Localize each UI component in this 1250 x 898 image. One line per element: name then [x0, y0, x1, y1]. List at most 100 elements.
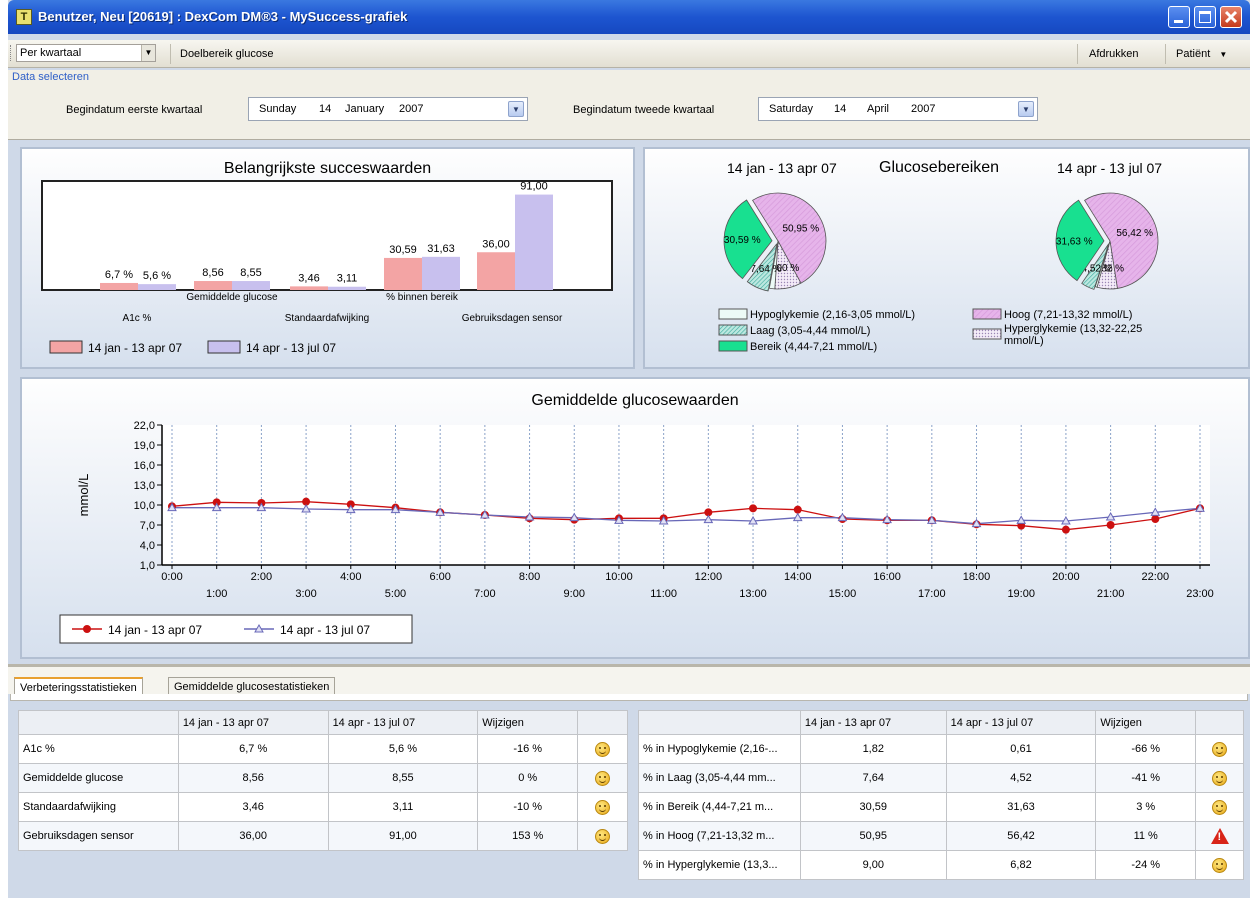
table-row[interactable]: Standaardafwijking 3,46 3,11 -10 % — [18, 792, 628, 822]
period-select[interactable]: Per kwartaal ▼ — [16, 44, 156, 62]
table-row[interactable]: % in Hoog (7,21-13,32 m... 50,95 56,42 11 % — [638, 821, 1244, 851]
legend-label-period1: 14 jan - 13 apr 07 — [88, 341, 182, 355]
legend-label-period2: 14 apr - 13 jul 07 — [280, 623, 370, 637]
table-cell-label: % in Hoog (7,21-13,32 m... — [638, 821, 801, 851]
chevron-down-icon[interactable]: ▼ — [141, 45, 155, 61]
legend-swatch-laag — [718, 324, 748, 336]
table-header-cell[interactable]: Wijzigen — [477, 710, 579, 735]
x-tick-label: 12:00 — [695, 571, 723, 583]
table-cell-p2: 56,42 — [945, 821, 1097, 851]
q2-month[interactable]: April — [867, 103, 889, 115]
target-range-button[interactable]: Doelbereik glucose — [180, 46, 274, 62]
legend-label-bereik: Bereik (4,44-7,21 mmol/L) — [750, 341, 877, 353]
table-cell-change: 153 % — [477, 821, 579, 851]
q2-day[interactable]: 14 — [834, 103, 846, 115]
legend-swatch-hyper — [972, 328, 1002, 340]
y-tick-label: 13,0 — [134, 480, 155, 492]
table-row[interactable]: % in Bereik (4,44-7,21 m... 30,59 31,63 3 % — [638, 792, 1244, 822]
y-tick-label: 19,0 — [134, 440, 155, 452]
y-tick-label: 10,0 — [134, 500, 155, 512]
legend-swatch-hoog — [972, 308, 1002, 320]
table-cell-p2: 6,82 — [945, 850, 1097, 880]
table-header-cell[interactable] — [1195, 710, 1244, 735]
status-icon-cell — [1195, 792, 1244, 822]
x-tick-label: 8:00 — [519, 571, 540, 583]
pie-data-label: 30,59 % — [724, 235, 761, 246]
q1-month[interactable]: January — [345, 103, 384, 115]
y-axis-label: mmol/L — [76, 474, 91, 517]
data-point — [1106, 521, 1115, 529]
q2-weekday[interactable]: Saturday — [769, 103, 813, 115]
toolbar-separator — [1165, 44, 1166, 64]
table-cell-p1: 7,64 — [799, 763, 947, 793]
q2-date-picker[interactable]: Saturday 14 April 2007 ▼ — [758, 97, 1038, 121]
tab-content-border — [10, 694, 1248, 701]
table-header-cell[interactable]: 14 jan - 13 apr 07 — [177, 710, 329, 735]
print-button[interactable]: Afdrukken — [1089, 46, 1139, 62]
q1-year[interactable]: 2007 — [399, 103, 423, 115]
bar-data-label: 31,63 — [427, 243, 455, 255]
bar-category-label: Gebruiksdagen sensor — [462, 313, 563, 324]
legend-swatch-hypo — [718, 308, 748, 320]
y-tick-label: 16,0 — [134, 460, 155, 472]
legend-swatch-period2 — [207, 340, 241, 354]
table-header-cell[interactable]: 14 apr - 13 jul 07 — [945, 710, 1097, 735]
q1-date-picker[interactable]: Sunday 14 January 2007 ▼ — [248, 97, 528, 121]
table-row[interactable]: Gemiddelde glucose 8,56 8,55 0 % — [18, 763, 628, 793]
success-values-panel: Belangrijkste succeswaarden 6,7 % 8,56 3,4… — [20, 147, 635, 369]
legend-label-hypo: Hypoglykemie (2,16-3,05 mmol/L) — [750, 309, 915, 321]
table-row[interactable]: % in Laag (3,05-4,44 mm... 7,64 4,52 -41 % — [638, 763, 1244, 793]
table-cell-p2: 5,6 % — [327, 734, 479, 764]
x-tick-label: 21:00 — [1097, 588, 1125, 600]
statistics-tabs: Verbeteringsstatistieken Gemiddelde gluc… — [8, 664, 1250, 697]
title-bar[interactable]: T Benutzer, Neu [20619] : DexCom DM®3 - … — [8, 0, 1250, 34]
calendar-dropdown-icon[interactable]: ▼ — [508, 101, 524, 117]
table-header-cell[interactable] — [577, 710, 628, 735]
x-tick-label: 3:00 — [295, 588, 316, 600]
table-cell-change: 11 % — [1095, 821, 1197, 851]
table-cell-p1: 36,00 — [177, 821, 329, 851]
table-row[interactable]: Gebruiksdagen sensor 36,00 91,00 153 % — [18, 821, 628, 851]
bar-data-label: 5,6 % — [143, 270, 171, 282]
patient-menu-label: Patiënt — [1176, 48, 1211, 60]
table-header-cell[interactable]: 14 apr - 13 jul 07 — [327, 710, 479, 735]
bar-data-label: 3,46 — [298, 272, 319, 284]
bar-category-label: A1c % — [123, 313, 152, 324]
table-row[interactable]: % in Hypoglykemie (2,16-... 1,82 0,61 -66 % — [638, 734, 1244, 764]
calendar-dropdown-icon[interactable]: ▼ — [1018, 101, 1034, 117]
table-cell-label: % in Laag (3,05-4,44 mm... — [638, 763, 801, 793]
table-row[interactable]: A1c % 6,7 % 5,6 % -16 % — [18, 734, 628, 764]
table-cell-p1: 9,00 — [799, 850, 947, 880]
close-button[interactable] — [1220, 6, 1242, 28]
q2-date-label: Begindatum tweede kwartaal — [573, 104, 715, 116]
table-header-cell[interactable]: Wijzigen — [1095, 710, 1197, 735]
table-header-cell[interactable]: 14 jan - 13 apr 07 — [799, 710, 947, 735]
x-tick-label: 11:00 — [650, 588, 677, 600]
minimize-button[interactable] — [1168, 6, 1190, 28]
table-cell-p2: 3,11 — [327, 792, 479, 822]
toolbar-separator — [1077, 44, 1078, 64]
table-row[interactable]: % in Hyperglykemie (13,3... 9,00 6,82 -24 % — [638, 850, 1244, 880]
x-tick-label: 20:00 — [1052, 571, 1080, 583]
q2-year[interactable]: 2007 — [911, 103, 935, 115]
bar — [290, 286, 328, 290]
table-header-cell[interactable] — [638, 710, 801, 735]
x-tick-label: 13:00 — [739, 588, 767, 600]
table-cell-change: -24 % — [1095, 850, 1197, 880]
q1-day[interactable]: 14 — [319, 103, 331, 115]
data-point — [749, 504, 758, 513]
toolbar-grip[interactable] — [10, 45, 13, 61]
table-cell-change: -10 % — [477, 792, 579, 822]
x-tick-label: 22:00 — [1142, 571, 1170, 583]
legend-label-hyper-unit: mmol/L) — [1004, 335, 1044, 347]
smiley-icon — [1212, 770, 1228, 786]
table-cell-label: % in Hypoglykemie (2,16-... — [638, 734, 801, 764]
pie-data-label: 7,64 % — [750, 264, 781, 275]
legend-label-hoog: Hoog (7,21-13,32 mmol/L) — [1004, 309, 1132, 321]
table-header-cell[interactable] — [18, 710, 179, 735]
table-header-row: 14 jan - 13 apr 07 14 apr - 13 jul 07 Wijz… — [18, 710, 628, 735]
x-tick-label: 14:00 — [784, 571, 812, 583]
patient-menu-button[interactable]: Patiënt ▼ — [1176, 46, 1227, 63]
q1-weekday[interactable]: Sunday — [259, 103, 296, 115]
maximize-button[interactable] — [1194, 6, 1216, 28]
